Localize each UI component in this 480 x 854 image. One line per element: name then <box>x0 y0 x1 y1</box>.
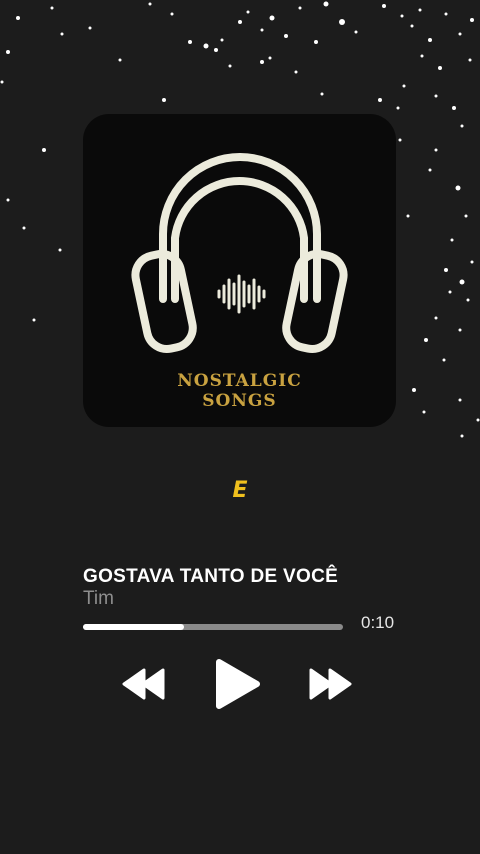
star-speck <box>246 10 250 14</box>
star-speck <box>444 12 448 16</box>
star-speck <box>458 32 462 36</box>
star-speck <box>398 138 402 142</box>
star-speck <box>269 15 275 21</box>
star-speck <box>294 70 298 74</box>
star-speck <box>428 38 432 42</box>
star-speck <box>323 1 329 7</box>
star-speck <box>188 40 192 44</box>
star-speck <box>118 58 122 62</box>
star-speck <box>32 318 36 322</box>
star-speck <box>320 92 324 96</box>
elapsed-time: 0:10 <box>361 613 395 632</box>
star-speck <box>434 316 438 320</box>
star-speck <box>406 214 410 218</box>
star-speck <box>476 418 480 422</box>
star-speck <box>464 214 468 218</box>
star-speck <box>88 26 92 30</box>
star-speck <box>148 2 152 6</box>
sound-wave-icon <box>217 274 266 314</box>
progress-fill <box>83 624 185 630</box>
star-speck <box>396 106 400 110</box>
star-speck <box>314 40 318 44</box>
star-speck <box>448 290 452 294</box>
star-speck <box>220 38 224 42</box>
star-speck <box>339 19 345 25</box>
star-speck <box>400 14 404 18</box>
star-speck <box>170 12 174 16</box>
star-speck <box>6 50 10 54</box>
star-speck <box>298 6 302 10</box>
play-icon <box>216 659 260 709</box>
rewind-button[interactable] <box>122 668 166 700</box>
cover-title-line-2: SONGS <box>202 391 277 411</box>
star-speck <box>458 398 462 402</box>
star-speck <box>412 388 416 392</box>
star-speck <box>438 66 442 70</box>
star-speck <box>460 124 464 128</box>
star-speck <box>378 98 382 102</box>
star-speck <box>260 60 264 64</box>
star-speck <box>50 6 54 10</box>
star-speck <box>424 338 428 342</box>
star-speck <box>455 185 461 191</box>
star-speck <box>6 198 10 202</box>
rewind-icon <box>122 668 165 700</box>
star-speck <box>434 94 438 98</box>
star-speck <box>444 268 448 272</box>
star-speck <box>162 98 166 102</box>
star-speck <box>260 28 264 32</box>
star-speck <box>22 226 26 230</box>
star-speck <box>16 16 20 20</box>
star-speck <box>284 34 288 38</box>
fast-forward-button[interactable] <box>308 668 352 700</box>
song-title: GOSTAVA TANTO DE VOCÊ <box>83 566 339 587</box>
star-speck <box>434 148 438 152</box>
star-speck <box>402 84 406 88</box>
star-speck <box>60 32 64 36</box>
star-speck <box>418 8 422 12</box>
star-speck <box>466 298 470 302</box>
star-speck <box>238 20 242 24</box>
star-speck <box>458 328 462 332</box>
progress-bar[interactable] <box>83 624 343 630</box>
star-speck <box>203 43 209 49</box>
star-speck <box>452 106 456 110</box>
star-speck <box>268 56 272 60</box>
star-speck <box>420 54 424 58</box>
star-speck <box>214 48 218 52</box>
star-speck <box>422 410 426 414</box>
star-speck <box>228 64 232 68</box>
artist-name: Tim <box>83 588 114 609</box>
star-speck <box>42 148 46 152</box>
star-speck <box>442 358 446 362</box>
fast-forward-icon <box>309 668 352 700</box>
star-speck <box>459 279 465 285</box>
star-speck <box>470 18 474 22</box>
star-speck <box>470 260 474 264</box>
star-speck <box>460 434 464 438</box>
star-speck <box>410 24 414 28</box>
star-speck <box>468 58 472 62</box>
star-speck <box>428 168 432 172</box>
star-speck <box>382 4 386 8</box>
star-speck <box>58 248 62 252</box>
cover-title-line-1: NOSTALGIC <box>177 371 302 391</box>
lyric-text: E <box>232 478 248 503</box>
play-button[interactable] <box>213 658 263 710</box>
album-cover: NOSTALGIC SONGS <box>83 114 396 427</box>
star-speck <box>0 80 4 84</box>
star-speck <box>450 238 454 242</box>
star-speck <box>354 30 358 34</box>
